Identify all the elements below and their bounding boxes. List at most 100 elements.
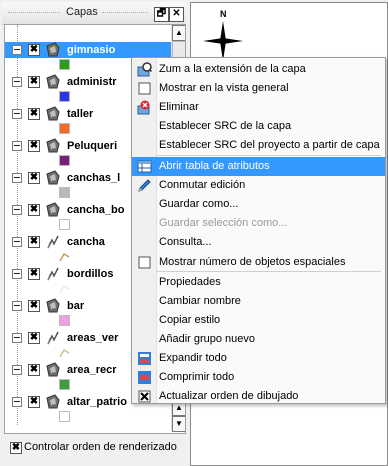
- menu-item-eliminar[interactable]: Eliminar: [132, 98, 385, 117]
- layer-visibility-checkbox[interactable]: ✖: [28, 396, 40, 408]
- north-arrow-icon: N: [203, 9, 243, 61]
- layer-visibility-checkbox[interactable]: ✖: [28, 172, 40, 184]
- menu-item-label: Actualizar orden de dibujado: [159, 390, 299, 402]
- collapse-icon[interactable]: [12, 45, 22, 55]
- collapse-icon[interactable]: [12, 269, 22, 279]
- collapse-icon[interactable]: [12, 301, 22, 311]
- polygon-layer-icon: [46, 362, 60, 377]
- collapse-icon[interactable]: [12, 141, 22, 151]
- menu-item-cambiar-nombre[interactable]: Cambiar nombre: [132, 292, 385, 311]
- layer-symbol-swatch[interactable]: [59, 347, 70, 358]
- render-order-label: Controlar orden de renderizado: [24, 441, 177, 453]
- line-layer-icon: [47, 267, 59, 281]
- menu-item-label: Zum a la extensión de la capa: [159, 63, 306, 75]
- menu-separator: [156, 155, 381, 156]
- layer-visibility-checkbox[interactable]: ✖: [28, 268, 40, 280]
- layer-row-gimnasio[interactable]: ✖ gimnasio: [5, 42, 171, 58]
- menu-item-label: Conmutar edición: [159, 179, 246, 191]
- menu-item-guardar-como[interactable]: Guardar como...: [132, 195, 385, 214]
- layer-symbol-swatch[interactable]: [59, 251, 70, 262]
- collapse-icon[interactable]: [12, 333, 22, 343]
- menu-item-label: Mostrar número de objetos espaciales: [159, 256, 346, 268]
- layer-visibility-checkbox[interactable]: ✖: [28, 300, 40, 312]
- menu-item-label: Guardar selección como...: [159, 217, 288, 229]
- collapse-icon[interactable]: [12, 173, 22, 183]
- layer-visibility-checkbox[interactable]: ✖: [28, 76, 40, 88]
- menu-separator: [156, 271, 381, 272]
- menu-item-mostrar-en-la-vista-general[interactable]: Mostrar en la vista general: [132, 79, 385, 98]
- collapse-icon: [138, 371, 151, 384]
- menu-item-mostrar-numero-de-objetos-espaciales[interactable]: Mostrar número de objetos espaciales: [132, 253, 385, 272]
- menu-item-label: Eliminar: [159, 101, 199, 113]
- menu-item-label: Abrir tabla de atributos: [159, 160, 270, 172]
- menu-item-actualizar-orden-de-dibujado[interactable]: Actualizar orden de dibujado: [132, 387, 385, 406]
- layer-symbol-swatch[interactable]: [59, 315, 70, 326]
- close-panel-button[interactable]: ✕: [169, 7, 184, 22]
- menu-item-copiar-estilo[interactable]: Copiar estilo: [132, 311, 385, 330]
- layer-name: bar: [67, 300, 85, 312]
- render-order-checkbox[interactable]: ✖: [10, 442, 22, 454]
- polygon-layer-icon: [46, 298, 60, 313]
- north-label: N: [220, 9, 227, 19]
- checked-box-icon: [138, 390, 151, 403]
- menu-item-abrir-tabla-de-atributos[interactable]: Abrir tabla de atributos: [132, 157, 385, 176]
- scroll-up-button[interactable]: ▲: [172, 25, 185, 41]
- layer-visibility-checkbox[interactable]: ✖: [28, 332, 40, 344]
- layer-symbol-swatch[interactable]: [59, 91, 70, 102]
- layer-visibility-checkbox[interactable]: ✖: [28, 364, 40, 376]
- layer-visibility-checkbox[interactable]: ✖: [28, 204, 40, 216]
- scroll-down-button[interactable]: ▼: [172, 416, 185, 432]
- collapse-icon[interactable]: [12, 397, 22, 407]
- menu-item-conmutar-edicion[interactable]: Conmutar edición: [132, 176, 385, 195]
- menu-item-zum-a-la-extension-de-la-capa[interactable]: Zum a la extensión de la capa: [132, 60, 385, 79]
- collapse-icon[interactable]: [12, 205, 22, 215]
- layer-visibility-checkbox[interactable]: ✖: [28, 236, 40, 248]
- checkbox-icon: [138, 256, 151, 269]
- layer-name: cancha_bo: [67, 204, 125, 216]
- layer-symbol-swatch[interactable]: [59, 59, 70, 70]
- polygon-layer-icon: [46, 202, 60, 217]
- layer-symbol-swatch[interactable]: [59, 187, 70, 198]
- layer-context-menu: Zum a la extensión de la capa Mostrar en …: [131, 57, 386, 404]
- menu-item-establecer-src-del-proyecto-a-partir-de-capa[interactable]: Establecer SRC del proyecto a partir de …: [132, 136, 385, 155]
- polygon-layer-icon: [46, 42, 60, 57]
- layer-name: gimnasio: [67, 44, 116, 56]
- layer-name: cancha: [67, 236, 105, 248]
- layer-name: administr: [67, 76, 117, 88]
- render-order-control[interactable]: ✖ Controlar orden de renderizado: [4, 438, 188, 456]
- layer-symbol-swatch[interactable]: [59, 219, 70, 230]
- polygon-layer-icon: [46, 394, 60, 409]
- layer-name: taller: [67, 108, 94, 120]
- layer-visibility-checkbox[interactable]: ✖: [28, 140, 40, 152]
- layer-name: Peluqueri: [67, 140, 118, 152]
- layer-symbol-swatch[interactable]: [59, 379, 70, 390]
- menu-item-consulta[interactable]: Consulta...: [132, 233, 385, 252]
- menu-item-anadir-grupo-nuevo[interactable]: Añadir grupo nuevo: [132, 330, 385, 349]
- layer-symbol-swatch[interactable]: [59, 155, 70, 166]
- layer-name: altar_patrio: [67, 396, 127, 408]
- layer-symbol-swatch[interactable]: [59, 123, 70, 134]
- expand-icon: [138, 352, 151, 365]
- layer-symbol-swatch[interactable]: [59, 411, 70, 422]
- polygon-layer-icon: [46, 138, 60, 153]
- collapse-icon[interactable]: [12, 237, 22, 247]
- menu-item-establecer-src-de-la-capa[interactable]: Establecer SRC de la capa: [132, 117, 385, 136]
- float-panel-button[interactable]: 🗗: [154, 7, 169, 22]
- layer-visibility-checkbox[interactable]: ✖: [28, 108, 40, 120]
- menu-item-label: Expandir todo: [159, 352, 227, 364]
- polygon-layer-icon: [46, 170, 60, 185]
- menu-item-propiedades[interactable]: Propiedades: [132, 273, 385, 292]
- menu-item-expandir-todo[interactable]: Expandir todo: [132, 349, 385, 368]
- panel-titlebar[interactable]: Capas 🗗 ✕: [2, 2, 186, 25]
- collapse-icon[interactable]: [12, 109, 22, 119]
- layer-visibility-checkbox[interactable]: ✖: [28, 44, 40, 56]
- menu-item-label: Guardar como...: [159, 198, 239, 210]
- layer-name: bordillos: [67, 268, 114, 280]
- collapse-icon[interactable]: [12, 365, 22, 375]
- table-icon: [137, 160, 152, 173]
- menu-item-comprimir-todo[interactable]: Comprimir todo: [132, 368, 385, 387]
- collapse-icon[interactable]: [12, 77, 22, 87]
- pencil-icon: [138, 179, 151, 192]
- layer-symbol-swatch[interactable]: [59, 283, 70, 294]
- layer-name: area_recr: [67, 364, 117, 376]
